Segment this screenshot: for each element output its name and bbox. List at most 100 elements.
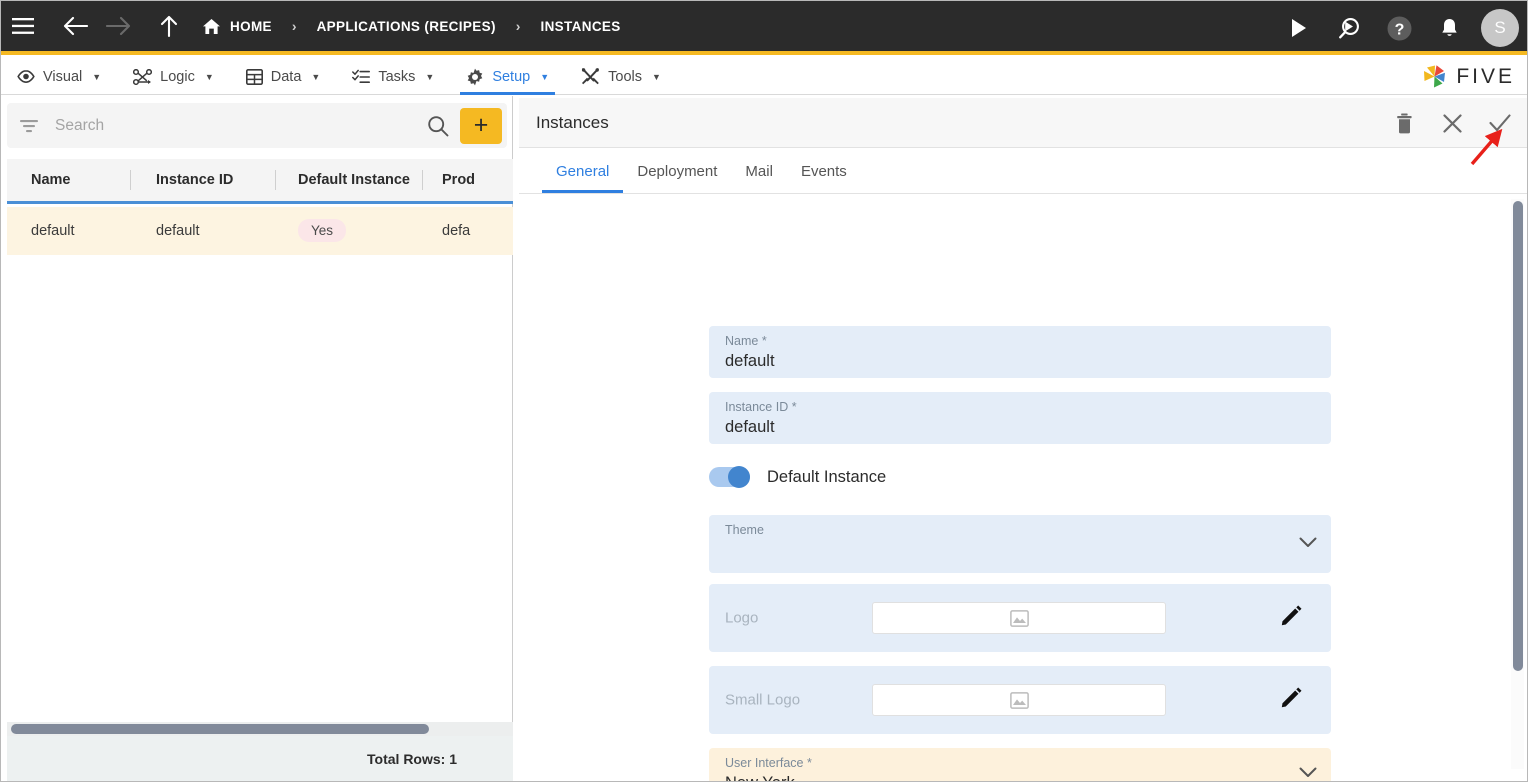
horizontal-scrollbar[interactable]: [7, 722, 513, 736]
chevron-down-icon: ▼: [540, 72, 549, 82]
theme-field[interactable]: Theme: [709, 515, 1331, 573]
delete-button[interactable]: [1382, 101, 1426, 145]
column-header-default-instance[interactable]: Default Instance: [276, 172, 422, 188]
eye-icon: [17, 70, 35, 83]
tools-cross-icon: [581, 68, 600, 85]
user-interface-field-value: New York: [725, 774, 795, 782]
breadcrumb-item-instances[interactable]: INSTANCES: [537, 19, 623, 34]
page-title: Instances: [536, 113, 609, 133]
menu-item-visual[interactable]: Visual ▼: [1, 59, 117, 95]
gear-icon: [466, 68, 484, 86]
avatar-initial: S: [1494, 18, 1505, 38]
panel-header: Instances: [519, 98, 1528, 148]
image-placeholder-icon: [1010, 610, 1029, 627]
name-field[interactable]: Name * default: [709, 326, 1331, 378]
logo-image-preview[interactable]: [872, 602, 1166, 634]
menu-item-label: Tasks: [378, 69, 415, 85]
add-record-button[interactable]: +: [460, 108, 502, 144]
breadcrumb-item-home[interactable]: HOME: [199, 18, 275, 35]
records-list-panel: + Name Instance ID Default Instance Prod…: [1, 96, 513, 782]
tab-mail[interactable]: Mail: [731, 149, 787, 193]
menu-item-data[interactable]: Data ▼: [230, 59, 337, 95]
chevron-down-icon: ▼: [311, 72, 320, 82]
default-instance-toggle[interactable]: [709, 467, 750, 487]
filter-icon[interactable]: [7, 118, 51, 134]
menu-item-label: Data: [271, 69, 302, 85]
chevron-down-icon[interactable]: [1299, 535, 1317, 553]
instance-id-field-label: Instance ID *: [725, 400, 797, 414]
brand-logo: FIVE: [1421, 63, 1515, 90]
svg-text:?: ?: [1394, 21, 1404, 38]
detail-form-panel: Instances General Deployme: [519, 96, 1528, 782]
task-list-icon: [352, 69, 370, 84]
name-field-value: default: [725, 352, 775, 371]
table-grid-icon: [246, 69, 263, 85]
tab-events[interactable]: Events: [787, 149, 861, 193]
menu-item-tasks[interactable]: Tasks ▼: [336, 59, 450, 95]
breadcrumb: HOME › APPLICATIONS (RECIPES) › INSTANCE…: [199, 18, 624, 35]
column-header-instance-id[interactable]: Instance ID: [131, 172, 275, 188]
breadcrumb-label: HOME: [230, 19, 272, 34]
arrow-up-icon[interactable]: [147, 0, 191, 53]
menu-item-tools[interactable]: Tools ▼: [565, 59, 677, 95]
search-play-icon[interactable]: [1327, 6, 1371, 50]
user-interface-field[interactable]: User Interface * New York: [709, 748, 1331, 782]
search-input[interactable]: [51, 117, 416, 135]
table-row[interactable]: default default Yes defa: [7, 207, 513, 255]
cell-default-instance: Yes: [276, 222, 423, 240]
pencil-edit-icon[interactable]: [1280, 604, 1303, 632]
menu-item-setup[interactable]: Setup ▼: [450, 59, 565, 95]
small-logo-image-preview[interactable]: [872, 684, 1166, 716]
pencil-edit-icon[interactable]: [1280, 686, 1303, 714]
user-interface-field-label: User Interface *: [725, 756, 812, 770]
home-icon: [202, 18, 221, 35]
topbar-right-group: ? S: [1277, 1, 1519, 55]
menu-item-logic[interactable]: Logic ▼: [117, 59, 230, 95]
form-scroll-area: Name * default ? Instance ID * default ?…: [519, 195, 1528, 782]
help-circle-icon[interactable]: ?: [1377, 6, 1421, 50]
default-instance-toggle-row: Default Instance: [709, 467, 886, 487]
total-rows-label: Total Rows: 1: [367, 751, 457, 767]
tab-deployment[interactable]: Deployment: [623, 149, 731, 193]
search-icon[interactable]: [416, 115, 460, 137]
logic-nodes-icon: [133, 69, 152, 85]
application-window: HOME › APPLICATIONS (RECIPES) › INSTANCE…: [0, 0, 1528, 782]
close-button[interactable]: [1430, 101, 1474, 145]
list-footer: Total Rows: 1: [7, 736, 513, 781]
save-button[interactable]: [1478, 101, 1522, 145]
menu-item-label: Visual: [43, 69, 82, 85]
form-tabs: General Deployment Mail Events: [519, 149, 1528, 194]
small-logo-field[interactable]: Small Logo: [709, 666, 1331, 734]
top-navigation-bar: HOME › APPLICATIONS (RECIPES) › INSTANCE…: [1, 1, 1528, 55]
logo-field[interactable]: Logo: [709, 584, 1331, 652]
chevron-down-icon: ▼: [425, 72, 434, 82]
hamburger-menu-icon[interactable]: [1, 0, 45, 53]
name-field-label: Name *: [725, 334, 767, 348]
vertical-scrollbar-thumb[interactable]: [1513, 201, 1523, 671]
cell-prod: defa: [423, 223, 470, 239]
tab-general[interactable]: General: [542, 149, 623, 193]
five-pinwheel-icon: [1421, 63, 1448, 90]
horizontal-scrollbar-thumb[interactable]: [11, 724, 429, 734]
run-play-icon[interactable]: [1277, 6, 1321, 50]
arrow-back-icon[interactable]: [53, 0, 97, 53]
panel-action-buttons: [1382, 98, 1522, 148]
notifications-bell-icon[interactable]: [1427, 6, 1471, 50]
column-header-name[interactable]: Name: [7, 172, 130, 188]
menu-item-label: Tools: [608, 69, 642, 85]
breadcrumb-item-applications[interactable]: APPLICATIONS (RECIPES): [314, 19, 499, 34]
breadcrumb-separator: ›: [292, 18, 297, 34]
cell-name: default: [7, 223, 131, 239]
breadcrumb-label: INSTANCES: [540, 19, 620, 34]
menu-item-label: Setup: [492, 69, 530, 85]
search-bar: +: [7, 103, 507, 148]
avatar[interactable]: S: [1481, 9, 1519, 47]
column-header-prod[interactable]: Prod: [423, 172, 475, 188]
cell-instance-id: default: [131, 223, 276, 239]
breadcrumb-separator: ›: [516, 18, 521, 34]
instance-id-field[interactable]: Instance ID * default: [709, 392, 1331, 444]
menu-item-label: Logic: [160, 69, 195, 85]
chevron-down-icon[interactable]: [1299, 765, 1317, 782]
chevron-down-icon: ▼: [205, 72, 214, 82]
chevron-down-icon: ▼: [92, 72, 101, 82]
